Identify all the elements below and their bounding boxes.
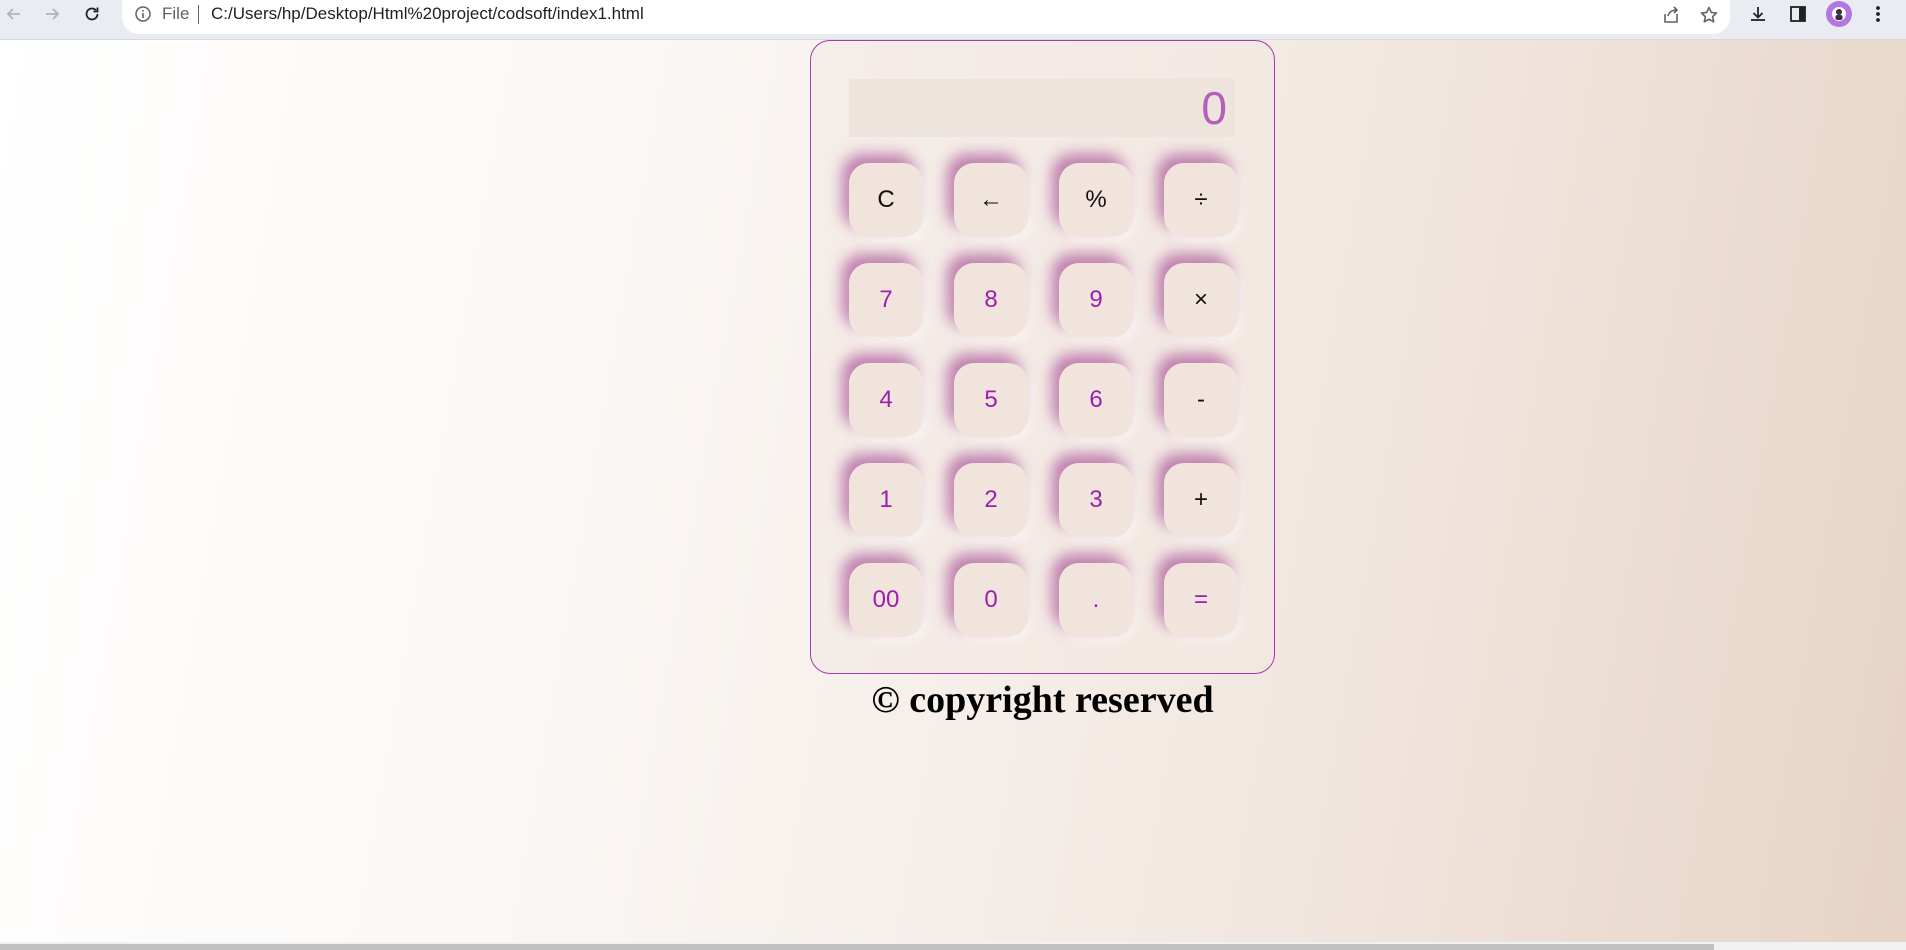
key-5[interactable]: 8	[954, 263, 1028, 337]
browser-toolbar: File C:/Users/hp/Desktop/Html%20project/…	[0, 0, 1906, 40]
download-icon[interactable]	[1742, 0, 1774, 28]
key-18[interactable]: .	[1059, 563, 1133, 637]
key-15[interactable]: +	[1164, 463, 1238, 537]
key-16[interactable]: 00	[849, 563, 923, 637]
key-4[interactable]: 7	[849, 263, 923, 337]
reload-icon[interactable]	[74, 0, 110, 28]
key-17[interactable]: 0	[954, 563, 1028, 637]
key-0[interactable]: C	[849, 163, 923, 237]
key-10[interactable]: 6	[1059, 363, 1133, 437]
url-text[interactable]: C:/Users/hp/Desktop/Html%20project/codso…	[211, 3, 644, 25]
key-19[interactable]: =	[1164, 563, 1238, 637]
scheme-divider	[198, 5, 199, 24]
scrollbar-thumb[interactable]	[0, 944, 1714, 950]
key-14[interactable]: 3	[1059, 463, 1133, 537]
key-12[interactable]: 1	[849, 463, 923, 537]
key-11[interactable]: -	[1164, 363, 1238, 437]
page-viewport: 0 C ←% ÷ 7 8 9 × 4 5 6-1 2 3 +00 0. = © copyright rese…	[0, 40, 1906, 942]
star-icon[interactable]	[1696, 2, 1722, 28]
key-7[interactable]: ×	[1164, 263, 1238, 337]
horizontal-scrollbar[interactable]	[0, 942, 1906, 950]
key-9[interactable]: 5	[954, 363, 1028, 437]
key-8[interactable]: 4	[849, 363, 923, 437]
kebab-menu-icon[interactable]	[1862, 0, 1894, 28]
calculator: 0 C ←% ÷ 7 8 9 × 4 5 6-1 2 3 +00 0. =	[810, 40, 1275, 674]
profile-avatar[interactable]	[1826, 1, 1852, 27]
calculator-display: 0	[849, 79, 1235, 137]
address-bar[interactable]: File C:/Users/hp/Desktop/Html%20project/…	[122, 0, 1730, 34]
side-panel-icon[interactable]	[1782, 0, 1814, 28]
key-1[interactable]: ←	[954, 163, 1028, 237]
key-13[interactable]: 2	[954, 463, 1028, 537]
key-6[interactable]: 9	[1059, 263, 1133, 337]
back-arrow-icon[interactable]	[0, 0, 32, 28]
key-2[interactable]: %	[1059, 163, 1133, 237]
copyright-text: © copyright reserved	[871, 679, 1214, 721]
forward-arrow-icon[interactable]	[34, 0, 70, 28]
info-icon[interactable]	[134, 5, 152, 23]
key-3[interactable]: ÷	[1164, 163, 1238, 237]
scheme-label: File	[162, 4, 190, 23]
share-icon[interactable]	[1658, 2, 1684, 28]
